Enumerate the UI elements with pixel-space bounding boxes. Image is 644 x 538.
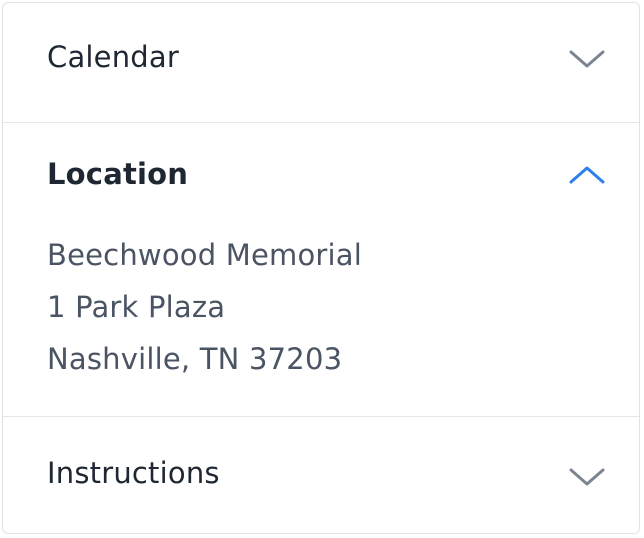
- calendar-header[interactable]: Calendar: [3, 3, 639, 121]
- location-name: Beechwood Memorial: [47, 238, 362, 272]
- calendar-title: Calendar: [47, 40, 180, 74]
- instructions-title: Instructions: [47, 456, 220, 490]
- location-title: Location: [47, 157, 189, 191]
- accordion-section-calendar: Calendar: [3, 3, 639, 123]
- location-header[interactable]: Location: [3, 123, 639, 227]
- accordion-card: Calendar Location Beechwood Memorial 1 P…: [2, 2, 640, 534]
- accordion-section-location: Location Beechwood Memorial 1 Park Plaza…: [3, 123, 639, 417]
- instructions-header[interactable]: Instructions: [3, 417, 639, 533]
- location-address: Beechwood Memorial 1 Park Plaza Nashvill…: [47, 229, 362, 385]
- location-street: 1 Park Plaza: [47, 290, 226, 324]
- chevron-down-icon[interactable]: [567, 465, 607, 489]
- accordion-section-instructions: Instructions: [3, 417, 639, 533]
- chevron-up-icon[interactable]: [567, 163, 607, 187]
- location-city-state-zip: Nashville, TN 37203: [47, 342, 343, 376]
- chevron-down-icon[interactable]: [567, 47, 607, 71]
